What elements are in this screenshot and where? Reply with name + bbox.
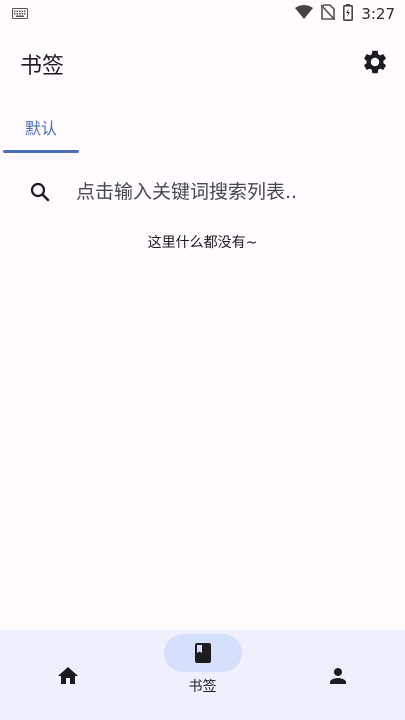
- keyboard-icon: [12, 5, 28, 23]
- nav-label-bookmarks: 书签: [188, 679, 217, 695]
- status-bar: 3:27: [0, 0, 405, 28]
- bottom-navigation: 书签: [0, 630, 405, 720]
- nav-item-profile[interactable]: [270, 630, 405, 720]
- nav-item-bookmarks[interactable]: 书签: [135, 630, 270, 720]
- gear-icon: [361, 48, 389, 80]
- empty-state-message: 这里什么都没有~: [147, 235, 258, 251]
- tab-default[interactable]: 默认: [4, 104, 78, 150]
- page-title: 书签: [20, 54, 65, 79]
- search-bar: [20, 166, 390, 218]
- settings-button[interactable]: [359, 48, 391, 80]
- wifi-icon: [295, 5, 314, 23]
- search-input[interactable]: [76, 181, 376, 203]
- tab-default-label: 默认: [24, 119, 57, 138]
- clock-time: 3:27: [361, 5, 395, 23]
- tab-bar: 默认: [0, 104, 405, 154]
- search-icon[interactable]: [20, 180, 60, 204]
- status-left: [12, 5, 28, 23]
- no-sim-icon: [320, 4, 336, 24]
- home-icon: [56, 664, 80, 692]
- top-app-bar: 书签: [0, 40, 405, 88]
- status-right: 3:27: [295, 3, 395, 25]
- battery-charging-icon: [343, 3, 354, 25]
- tab-indicator: [3, 150, 79, 153]
- person-icon: [326, 664, 350, 692]
- nav-item-home[interactable]: [0, 630, 135, 720]
- book-icon: [191, 641, 215, 669]
